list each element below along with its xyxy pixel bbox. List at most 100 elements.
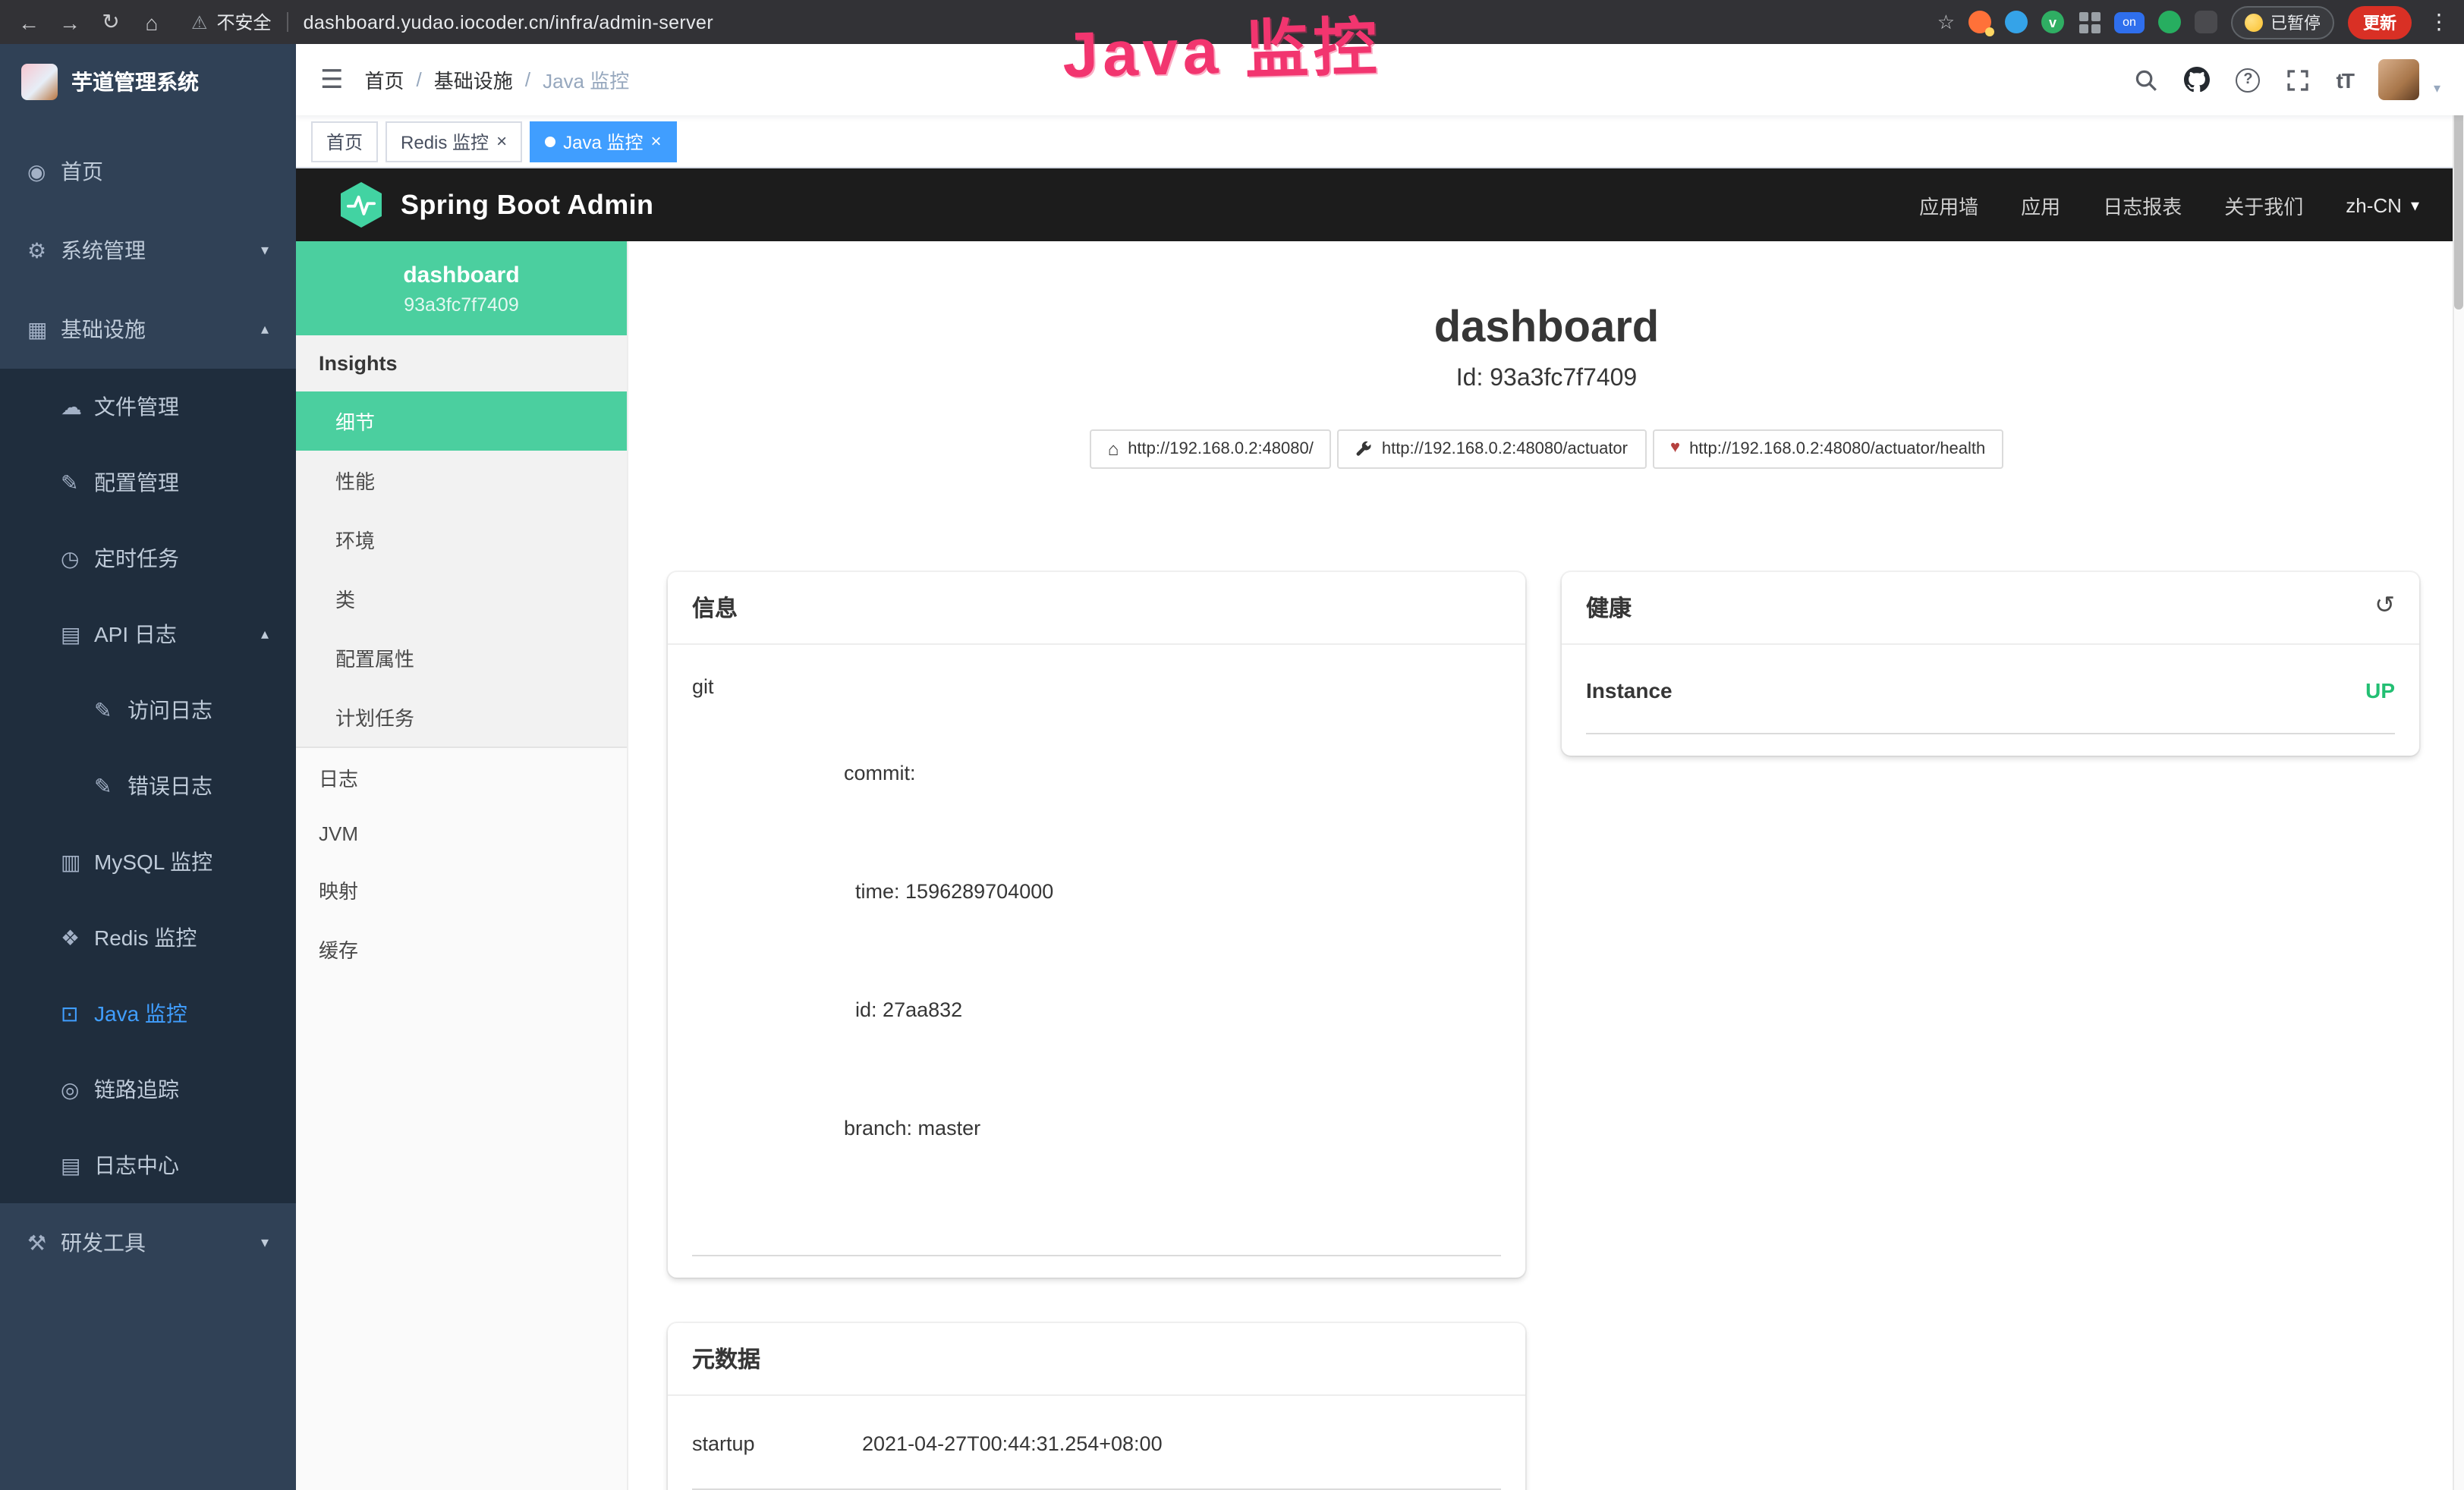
health-card-title: 健康	[1586, 592, 1632, 624]
monitor-icon: ⊡	[61, 1001, 94, 1026]
sidebar-item-java-monitor[interactable]: ⊡ Java 监控	[0, 976, 296, 1051]
close-icon[interactable]: ×	[496, 132, 507, 150]
doc-icon: ▤	[61, 621, 94, 647]
sidebar-item-redis-monitor[interactable]: ❖ Redis 监控	[0, 900, 296, 976]
help-icon[interactable]: ?	[2236, 68, 2261, 92]
instance-subtitle: Id: 93a3fc7f7409	[628, 366, 2464, 393]
search-icon[interactable]	[2135, 68, 2159, 92]
gear-icon: ⚙	[27, 237, 61, 263]
extension-drop-icon[interactable]	[2005, 11, 2028, 33]
update-button[interactable]: 更新	[2348, 5, 2412, 39]
bookmark-star-icon[interactable]: ☆	[1937, 10, 1955, 34]
sba-item-beans[interactable]: 类	[296, 569, 627, 628]
cloud-icon: ☁	[61, 394, 94, 420]
tab-home[interactable]: 首页	[311, 121, 378, 162]
sidebar-toggle-icon[interactable]: ☰	[320, 64, 344, 95]
back-icon[interactable]: ←	[15, 10, 42, 34]
sidebar-item-config-manage[interactable]: ✎ 配置管理	[0, 445, 296, 520]
sba-nav-journal[interactable]: 日志报表	[2103, 190, 2182, 219]
sba-nav-about[interactable]: 关于我们	[2224, 190, 2303, 219]
breadcrumb-infrastructure[interactable]: 基础设施	[434, 65, 513, 94]
breadcrumb-home[interactable]: 首页	[365, 65, 404, 94]
paused-badge[interactable]: 已暂停	[2231, 5, 2334, 39]
active-dot	[545, 136, 555, 146]
extension-puzzle-icon[interactable]	[2195, 11, 2217, 33]
sidebar-item-dev-tools[interactable]: ⚒ 研发工具 ▾	[0, 1203, 296, 1282]
sidebar-item-mysql-monitor[interactable]: ▥ MySQL 监控	[0, 824, 296, 900]
breadcrumb: 首页 / 基础设施 / Java 监控	[365, 65, 630, 94]
sba-item-details[interactable]: 细节	[296, 391, 627, 451]
reload-icon[interactable]: ↻	[97, 9, 124, 35]
extensions-grid-icon[interactable]	[2078, 11, 2101, 33]
history-icon[interactable]: ↺	[2374, 596, 2395, 620]
sidebar-item-file-manage[interactable]: ☁ 文件管理	[0, 369, 296, 445]
page-scrollbar[interactable]	[2453, 44, 2464, 1490]
sba-item-scheduled-tasks[interactable]: 计划任务	[296, 687, 627, 747]
sba-locale-select[interactable]: zh-CN ▾	[2346, 193, 2419, 216]
divider	[287, 12, 288, 32]
extension-vue-devtools-icon[interactable]: v	[2041, 11, 2064, 33]
tools-icon: ⚒	[27, 1230, 61, 1256]
avatar[interactable]	[2379, 59, 2420, 100]
sidebar-item-error-log[interactable]: ✎ 错误日志	[0, 748, 296, 824]
tab-redis-monitor[interactable]: Redis 监控 ×	[385, 121, 522, 162]
sba-item-config-props[interactable]: 配置属性	[296, 628, 627, 687]
sidebar-item-access-log[interactable]: ✎ 访问日志	[0, 672, 296, 748]
logo[interactable]: 芋道管理系统	[0, 44, 296, 120]
tab-java-monitor[interactable]: Java 监控 ×	[530, 121, 676, 162]
sba-item-environment[interactable]: 环境	[296, 510, 627, 569]
sba-sidebar: dashboard 93a3fc7f7409 Insights 细节 性能 环境…	[296, 241, 628, 1490]
extension-sprout-icon[interactable]	[2158, 11, 2181, 33]
sba-nav-wallboard[interactable]: 应用墙	[1919, 190, 1978, 219]
redis-icon: ❖	[61, 925, 94, 951]
sba-item-caches[interactable]: 缓存	[296, 919, 627, 979]
screen: ← → ↻ ⌂ ⚠ 不安全 dashboard.yudao.iocoder.cn…	[0, 0, 2464, 1490]
infrastructure-submenu: ☁ 文件管理 ✎ 配置管理 ◷ 定时任务 ▤ API 日志 ▴	[0, 369, 296, 1203]
sidebar-item-home[interactable]: ◉ 首页	[0, 132, 296, 211]
health-card: 健康 ↺ Instance UP	[1562, 572, 2419, 756]
sba-item-metrics[interactable]: 性能	[296, 451, 627, 510]
font-size-icon[interactable]: tT	[2337, 68, 2353, 92]
github-icon[interactable]	[2185, 67, 2211, 93]
chevron-down-icon: ▾	[2434, 80, 2440, 100]
sidebar-item-tracing[interactable]: ◎ 链路追踪	[0, 1051, 296, 1127]
browser-menu-icon[interactable]: ⋮	[2428, 9, 2450, 35]
sba-nav-applications[interactable]: 应用	[2021, 190, 2060, 219]
sidebar-item-system[interactable]: ⚙ 系统管理 ▾	[0, 211, 296, 290]
extension-on-badge[interactable]: on	[2114, 11, 2145, 33]
eye-icon: ◎	[61, 1077, 94, 1102]
instance-health-link[interactable]: ♥ http://192.168.0.2:48080/actuator/heal…	[1652, 429, 2003, 469]
chevron-down-icon: ▾	[261, 1234, 269, 1251]
sidebar-item-scheduled-jobs[interactable]: ◷ 定时任务	[0, 520, 296, 596]
sidebar-menu: ◉ 首页 ⚙ 系统管理 ▾ ▦ 基础设施 ▴ ☁ 文件管理	[0, 120, 296, 1490]
home-icon[interactable]: ⌂	[138, 10, 165, 34]
annotation-java-monitor: Java 监控	[1061, 0, 1382, 96]
chevron-up-icon: ▴	[261, 626, 269, 643]
logo-image	[21, 64, 58, 100]
metadata-key: startup	[692, 1432, 862, 1455]
fullscreen-icon[interactable]	[2286, 68, 2311, 92]
instance-actuator-link[interactable]: http://192.168.0.2:48080/actuator	[1338, 429, 1646, 469]
url-text[interactable]: dashboard.yudao.iocoder.cn/infra/admin-s…	[304, 11, 714, 33]
heart-icon: ♥	[1670, 441, 1680, 457]
sidebar-item-infrastructure[interactable]: ▦ 基础设施 ▴	[0, 290, 296, 369]
wrench-icon	[1356, 441, 1373, 457]
close-icon[interactable]: ×	[650, 132, 661, 150]
sidebar-item-log-center[interactable]: ▤ 日志中心	[0, 1127, 296, 1203]
info-value: commit: time: 1596289704000 id: 27aa832 …	[844, 675, 1053, 1228]
sba-item-mappings[interactable]: 映射	[296, 860, 627, 919]
breadcrumb-current: Java 监控	[543, 65, 629, 94]
sba-item-jvm[interactable]: JVM	[296, 807, 627, 860]
sba-instance-header[interactable]: dashboard 93a3fc7f7409	[296, 241, 627, 335]
extension-fox-icon[interactable]	[1968, 11, 1991, 33]
address-bar[interactable]: ⚠ 不安全 dashboard.yudao.iocoder.cn/infra/a…	[191, 9, 713, 35]
sba-brand-title[interactable]: Spring Boot Admin	[401, 189, 653, 221]
sidebar-item-api-log[interactable]: ▤ API 日志 ▴	[0, 596, 296, 672]
instance-home-link[interactable]: ⌂ http://192.168.0.2:48080/	[1090, 429, 1332, 469]
instance-title: dashboard	[628, 302, 2464, 355]
forward-icon[interactable]: →	[56, 10, 83, 34]
sba-item-loggers[interactable]: 日志	[296, 748, 627, 807]
admin-sidebar: 芋道管理系统 ◉ 首页 ⚙ 系统管理 ▾ ▦ 基础设施 ▴	[0, 44, 296, 1490]
breadcrumb-separator: /	[417, 68, 422, 91]
info-key: git	[692, 675, 844, 1228]
